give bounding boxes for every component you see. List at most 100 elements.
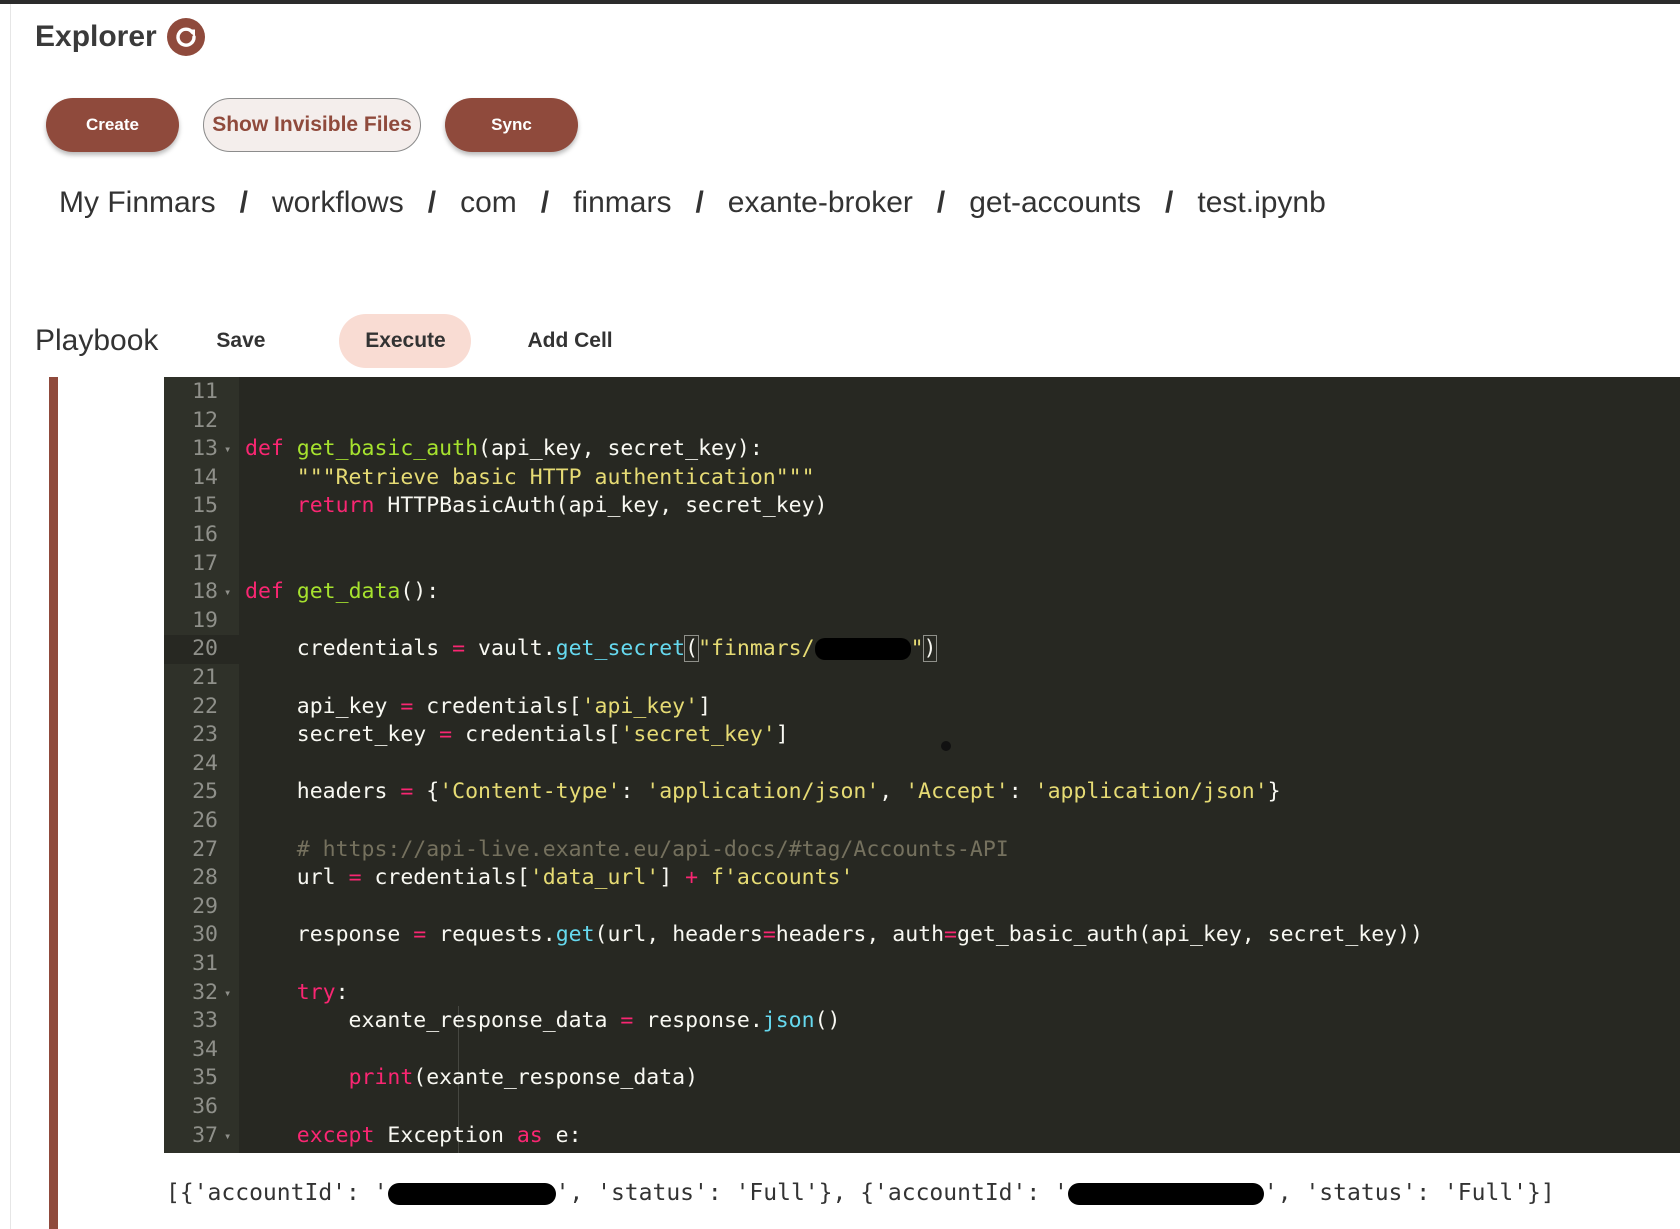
code-text: # https://api-live.exante.eu/api-docs/#t… [296, 836, 1009, 862]
code-line[interactable]: 26 [164, 807, 1680, 836]
breadcrumb-item[interactable]: get-accounts [969, 186, 1141, 220]
code-line[interactable]: 16 [164, 521, 1680, 550]
code-editor[interactable]: 11 12 13 ▾ def get_basic_auth(api_key, secre… [164, 377, 1680, 1153]
line-number: 35 [192, 1065, 218, 1091]
code-line[interactable]: 30 response = requests.get(url, headers=… [164, 921, 1680, 950]
code-text: response = requests.get(url, headers=hea… [245, 922, 1423, 948]
line-number: 26 [192, 808, 218, 833]
breadcrumb-item[interactable]: finmars [573, 186, 671, 220]
code-line[interactable]: 25 headers = {'Content-type': 'applicati… [164, 778, 1680, 807]
code-line[interactable]: 15 return HTTPBasicAuth(api_key, secret_… [164, 492, 1680, 521]
fold-arrow-icon[interactable]: ▾ [224, 1122, 234, 1151]
code-line[interactable]: 37 ▾ except Exception as e: [164, 1122, 1680, 1151]
create-button[interactable]: Create [46, 98, 179, 152]
line-number: 23 [192, 722, 218, 748]
breadcrumb-separator: / [1165, 186, 1174, 219]
breadcrumb-separator: / [239, 186, 249, 219]
code-text: api_key = credentials['api_key'] [245, 693, 712, 719]
fold-arrow-icon[interactable]: ▾ [224, 435, 234, 464]
show-invisible-files-button[interactable]: Show Invisible Files [203, 98, 421, 152]
line-number: 17 [192, 550, 218, 576]
code-line[interactable]: 36 [164, 1093, 1680, 1122]
line-number: 19 [192, 607, 218, 633]
line-number: 29 [192, 893, 218, 919]
line-number: 27 [192, 836, 218, 862]
line-number: 25 [192, 779, 218, 805]
explorer-actions: Create Show Invisible Files Sync [46, 98, 578, 152]
save-button[interactable]: Save [216, 314, 265, 368]
line-number: 12 [192, 407, 218, 433]
panel-left-border [10, 4, 11, 1229]
breadcrumb-item[interactable]: com [460, 186, 517, 220]
code-line[interactable]: 34 [164, 1036, 1680, 1065]
line-number: 34 [192, 1036, 218, 1062]
line-number: 15 [192, 493, 218, 519]
redacted-block [1067, 1182, 1264, 1205]
window-top-border [0, 0, 1680, 4]
code-text: def get_basic_auth(api_key, secret_key): [245, 436, 763, 462]
playbook-toolbar: Playbook Save Execute Add Cell [35, 313, 613, 369]
code-line[interactable]: 11 [164, 378, 1680, 407]
code-text: except Exception as e: [296, 1122, 582, 1148]
code-line[interactable]: 28 url = credentials['data_url'] + f'acc… [164, 864, 1680, 893]
line-number: 31 [192, 951, 218, 976]
code-text: secret_key = credentials['secret_key'] [245, 722, 789, 748]
code-line[interactable]: 19 [164, 607, 1680, 636]
code-text: print(exante_response_data) [348, 1065, 699, 1091]
code-line[interactable]: 23 secret_key = credentials['secret_key'… [164, 721, 1680, 750]
code-line[interactable]: 24 [164, 750, 1680, 779]
code-line[interactable]: 27 # https://api-live.exante.eu/api-docs… [164, 836, 1680, 865]
line-number: 22 [192, 693, 218, 719]
code-text: url = credentials['data_url'] + f'accoun… [245, 865, 854, 891]
code-line[interactable]: 17 [164, 550, 1680, 579]
code-line[interactable]: 33 exante_response_data = response.json(… [164, 1007, 1680, 1036]
fold-arrow-icon[interactable]: ▾ [224, 979, 234, 1008]
code-line[interactable]: 20 credentials = vault.get_secret("finma… [164, 635, 1680, 664]
line-number: 28 [192, 865, 218, 891]
code-line[interactable]: 13 ▾ def get_basic_auth(api_key, secret_ke… [164, 435, 1680, 464]
code-line[interactable]: 32 ▾ try: [164, 979, 1680, 1008]
redacted-block [814, 638, 911, 661]
line-number: 30 [192, 922, 218, 948]
execute-button[interactable]: Execute [339, 314, 472, 368]
code-text: credentials = vault.get_secret("finmars/… [245, 635, 938, 663]
code-line[interactable]: 12 [164, 407, 1680, 436]
code-text: return HTTPBasicAuth(api_key, secret_key… [296, 493, 828, 519]
code-line[interactable]: 18 ▾ def get_data(): [164, 578, 1680, 607]
refresh-icon[interactable] [166, 18, 205, 56]
breadcrumb-item[interactable]: workflows [272, 186, 404, 220]
code-line[interactable]: 31 [164, 950, 1680, 979]
code-text: try: [296, 979, 349, 1005]
breadcrumb-separator: / [695, 186, 704, 219]
explorer-title: Explorer [35, 20, 157, 53]
line-number: 16 [192, 522, 218, 547]
line-number: 21 [192, 665, 218, 690]
code-line[interactable]: 35 print(exante_response_data) [164, 1064, 1680, 1093]
fold-arrow-icon[interactable]: ▾ [224, 578, 234, 607]
breadcrumb-separator: / [540, 186, 550, 219]
breadcrumb-item[interactable]: exante-broker [728, 186, 913, 220]
cell-output: [{'accountId': ' ', 'status': 'Full'}, {'… [166, 1180, 1555, 1206]
code-line[interactable]: 29 [164, 893, 1680, 922]
explorer-header: Explorer [35, 18, 205, 56]
code-line[interactable]: 21 [164, 664, 1680, 693]
sync-button[interactable]: Sync [445, 98, 578, 152]
cell-selection-bar[interactable] [49, 377, 58, 1229]
breadcrumb-item[interactable]: test.ipynb [1197, 186, 1325, 220]
line-number: 24 [192, 750, 218, 776]
code-text: headers = {'Content-type': 'application/… [245, 779, 1281, 805]
breadcrumb-separator: / [427, 186, 437, 219]
add-cell-button[interactable]: Add Cell [527, 314, 612, 368]
redacted-block [387, 1182, 556, 1205]
playbook-title: Playbook [35, 324, 159, 357]
mouse-cursor [941, 741, 951, 751]
code-text: """Retrieve basic HTTP authentication""" [296, 464, 815, 490]
breadcrumb: My Finmars / workflows / com / finmars / exante-… [59, 186, 1326, 220]
code-text: def get_data(): [245, 579, 440, 605]
breadcrumb-item[interactable]: My Finmars [59, 186, 216, 220]
code-line[interactable]: 22 api_key = credentials['api_key'] [164, 693, 1680, 722]
line-number: 20 [164, 635, 239, 664]
line-number: 36 [192, 1094, 218, 1119]
line-number: 11 [192, 379, 218, 404]
code-line[interactable]: 14 """Retrieve basic HTTP authentication… [164, 464, 1680, 493]
